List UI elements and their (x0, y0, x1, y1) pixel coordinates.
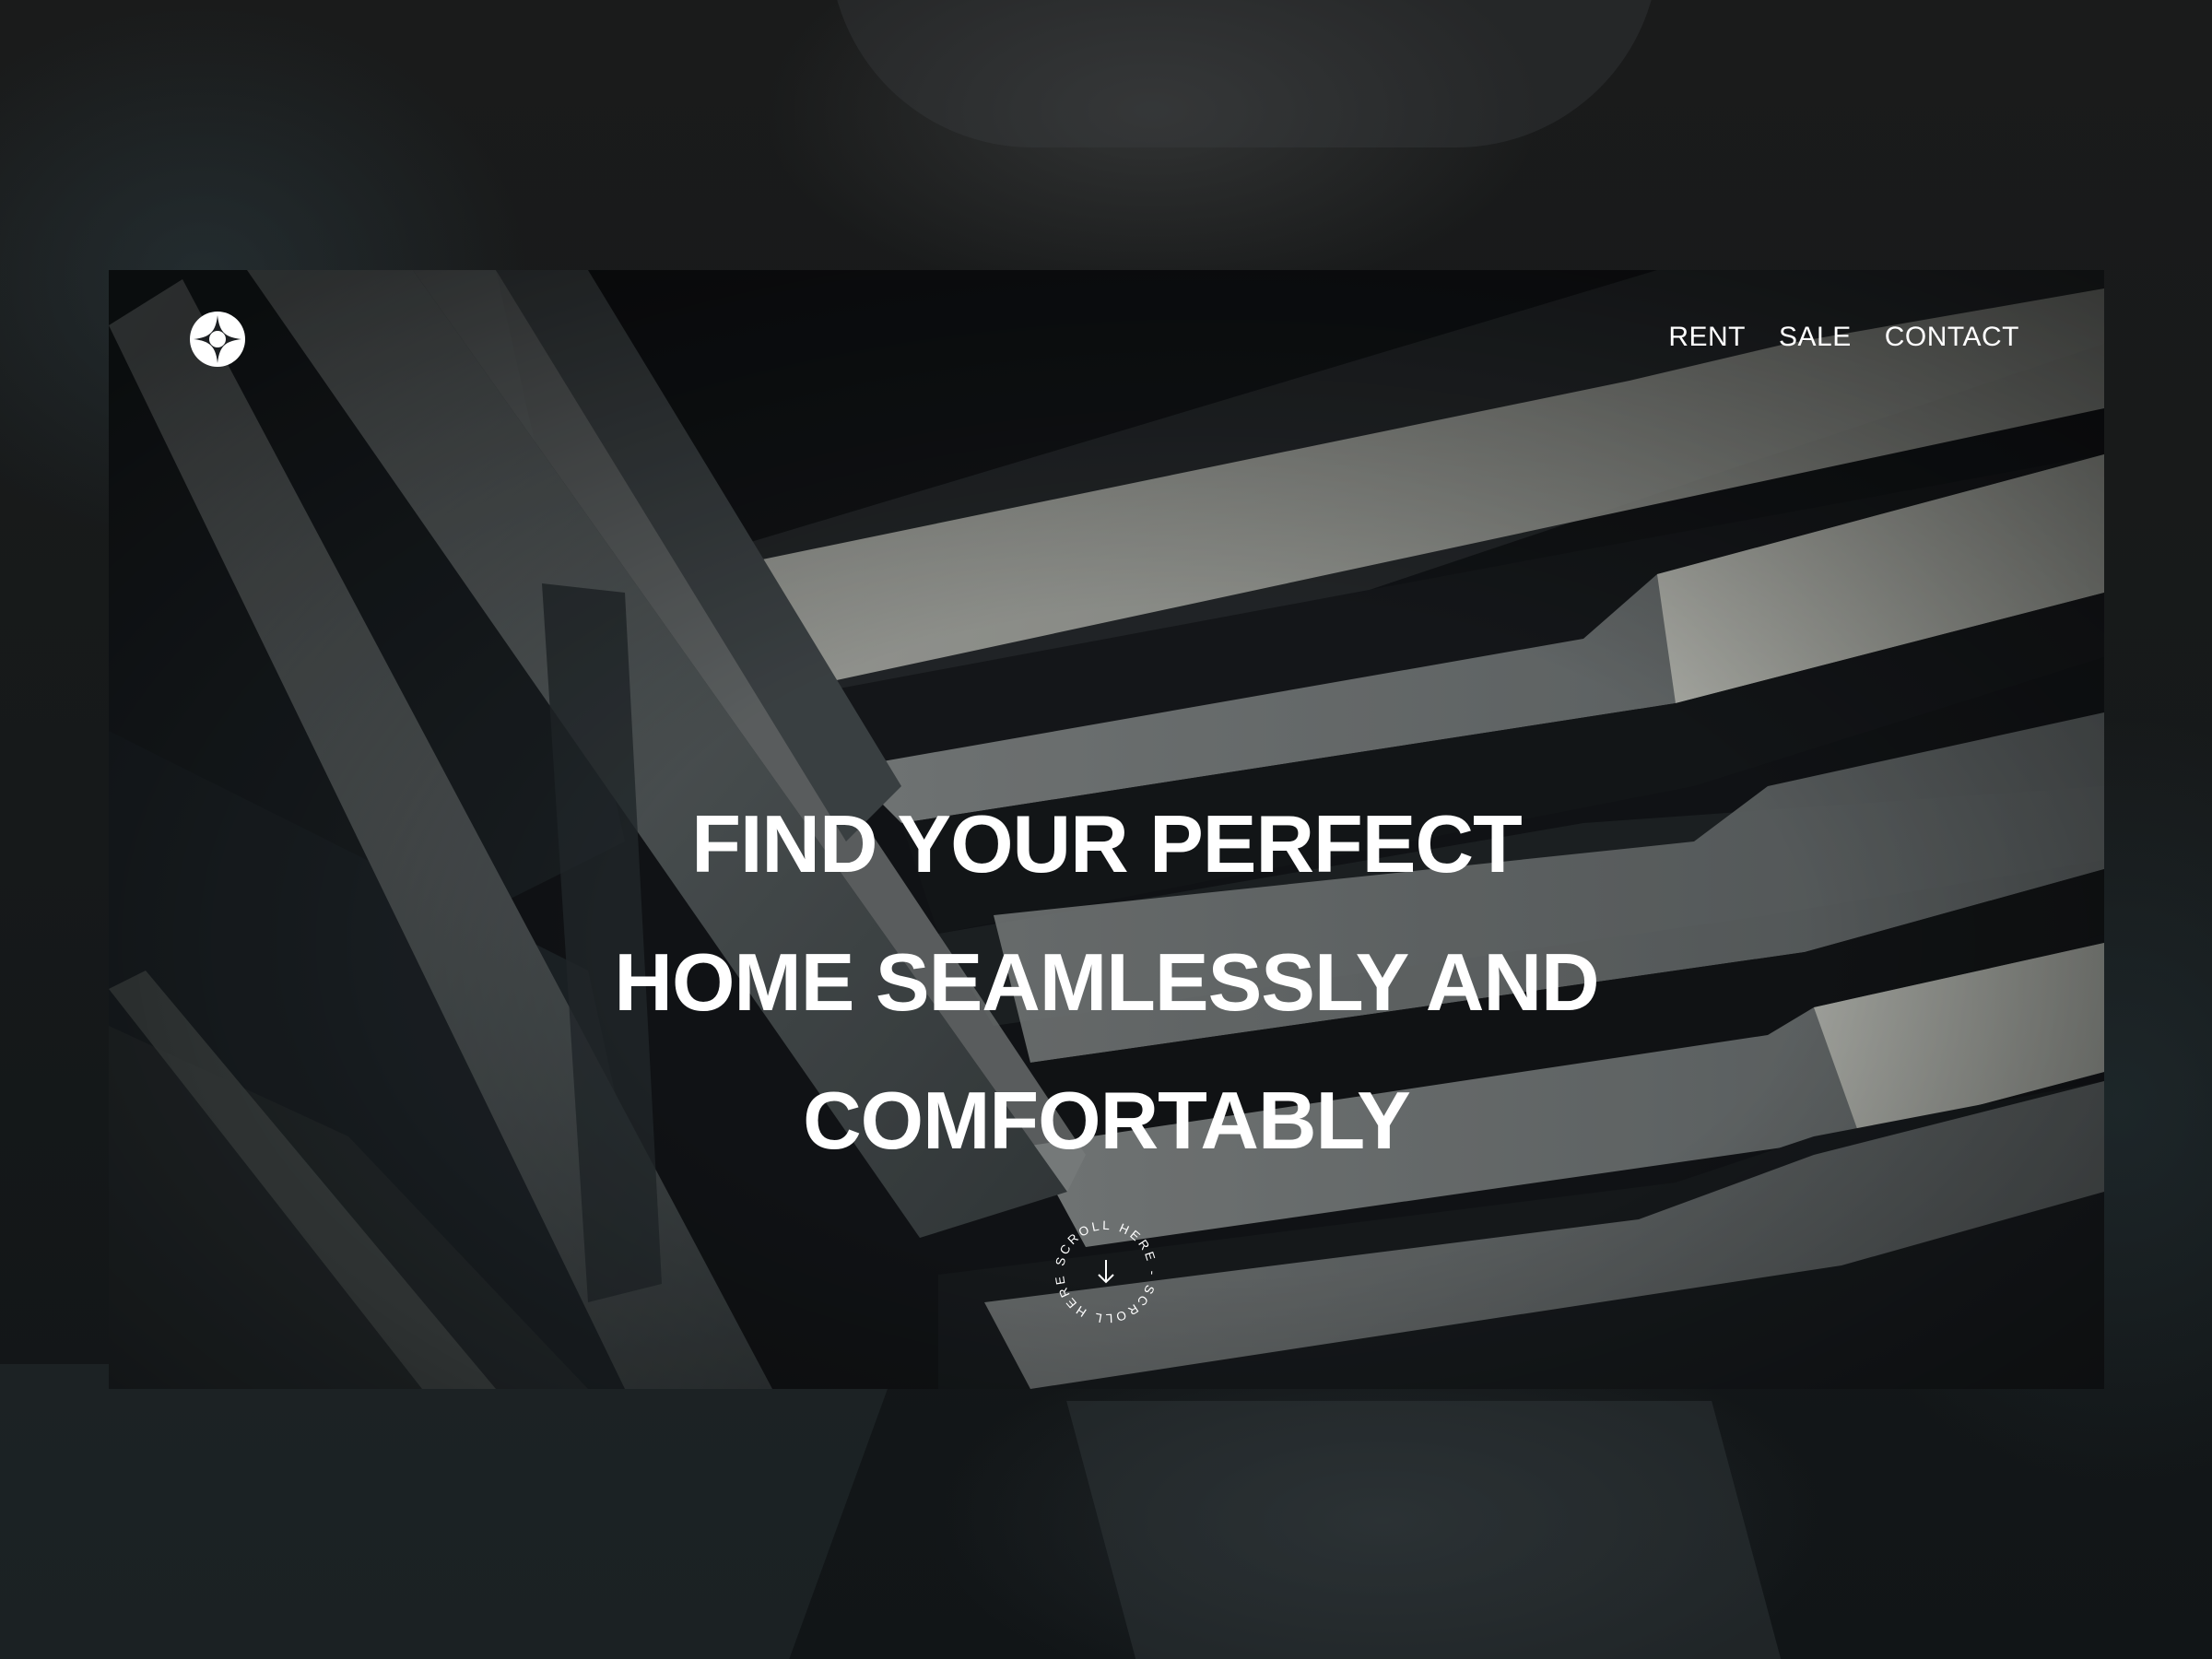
headline-line-2: HOME SEAMLESSLY AND (614, 936, 1599, 1028)
nav-item-contact[interactable]: CONTACT (1885, 322, 2019, 353)
main-nav: RENT SALE CONTACT (1668, 322, 2019, 353)
nav-item-sale[interactable]: SALE (1779, 322, 1852, 353)
headline-line-3: COMFORTABLY (803, 1075, 1411, 1166)
hero-section: RENT SALE CONTACT FIND YOUR PERFECT HOME… (109, 270, 2104, 1389)
brand-logo-icon[interactable] (190, 312, 245, 367)
nav-link-rent[interactable]: RENT (1668, 322, 1746, 352)
nav-link-contact[interactable]: CONTACT (1885, 322, 2019, 352)
nav-link-sale[interactable]: SALE (1779, 322, 1852, 352)
headline-line-1: FIND YOUR PERFECT (691, 798, 1523, 889)
arrow-down-icon (1098, 1260, 1114, 1284)
scroll-here-badge[interactable]: SCROLL HERE - SCROLL HERE - (1042, 1201, 1166, 1332)
nav-item-rent[interactable]: RENT (1668, 322, 1746, 353)
hero-headline: FIND YOUR PERFECT HOME SEAMLESSLY AND CO… (109, 775, 2104, 1190)
scroll-ring-text: SCROLL HERE - SCROLL HERE - (1046, 1212, 1159, 1325)
